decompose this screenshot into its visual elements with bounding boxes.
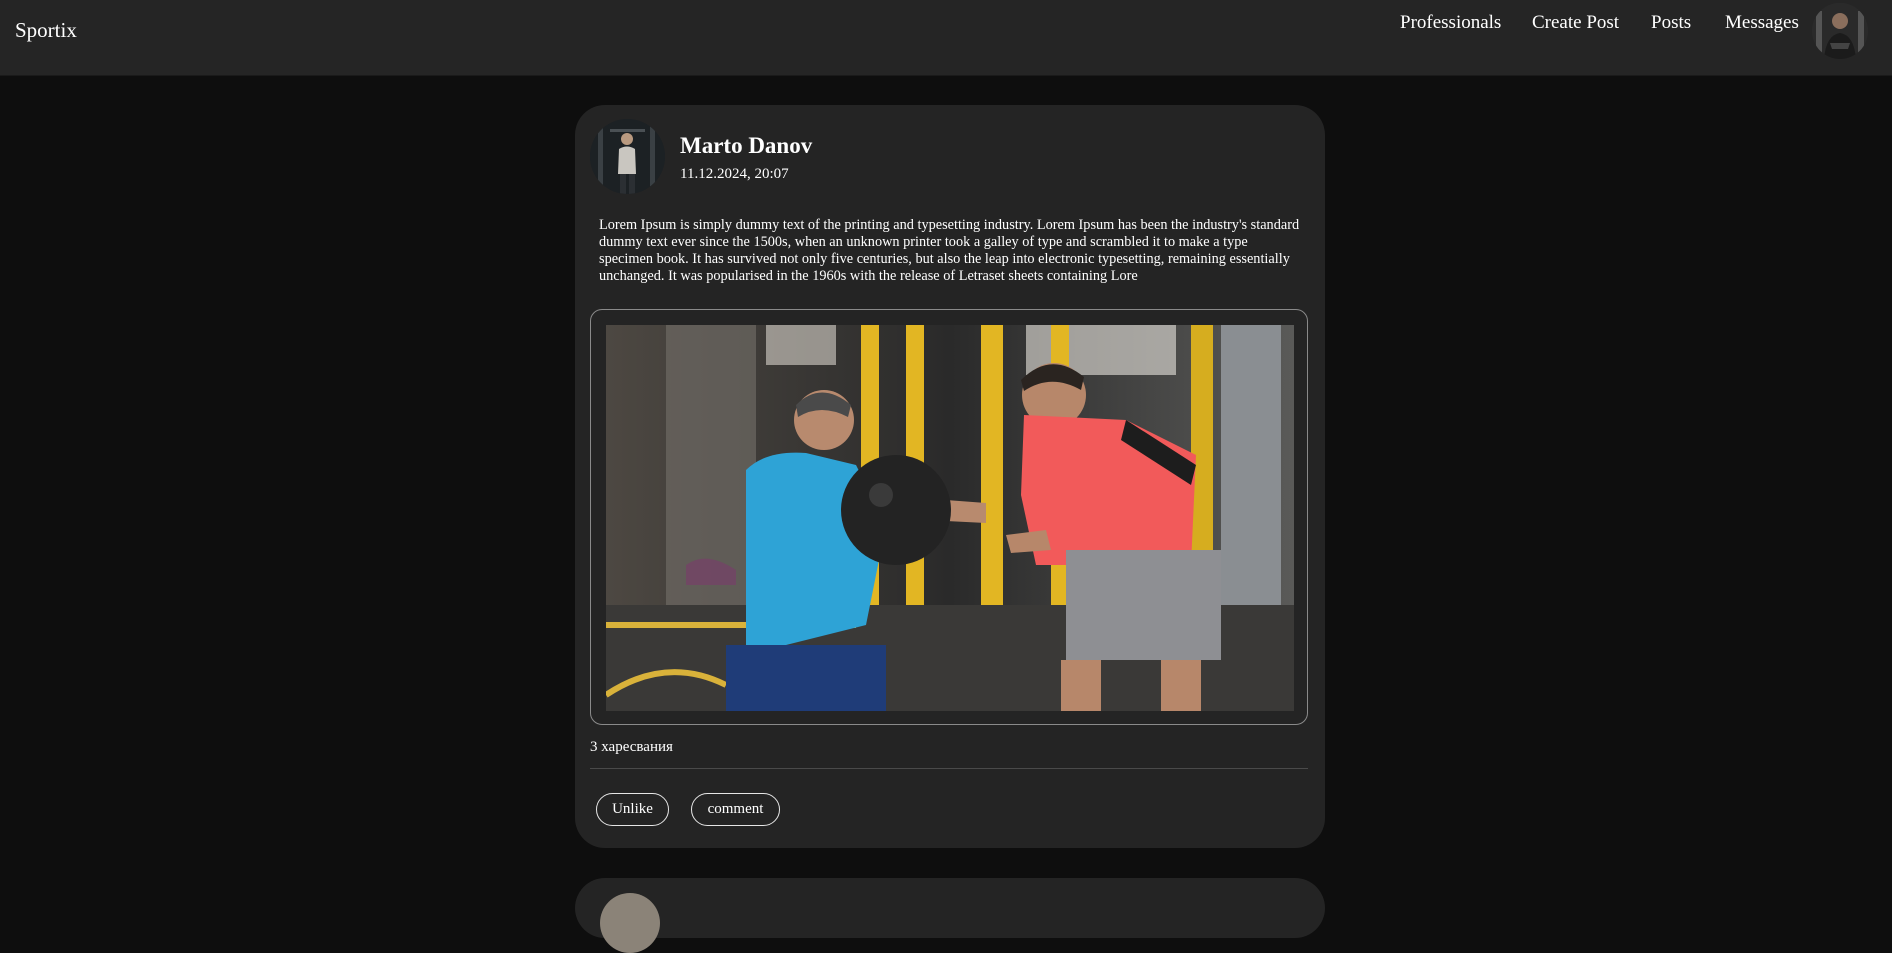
- author-name[interactable]: Marto Danov: [680, 133, 812, 159]
- divider: [590, 768, 1308, 769]
- author-avatar-next[interactable]: [600, 893, 660, 953]
- post-card-next: [575, 878, 1325, 953]
- nav-link-posts[interactable]: Posts: [1651, 12, 1691, 34]
- nav-links: Professionals Create Post Posts Messages: [0, 12, 1892, 36]
- unlike-button[interactable]: Unlike: [596, 793, 669, 826]
- post-image[interactable]: [606, 325, 1294, 711]
- post-card: Marto Danov 11.12.2024, 20:07 Lorem Ipsu…: [575, 105, 1325, 848]
- author-photo-icon: [590, 119, 665, 194]
- nav-link-create-post[interactable]: Create Post: [1532, 12, 1619, 34]
- post-image-frame: [590, 309, 1308, 725]
- comment-button[interactable]: comment: [691, 793, 780, 826]
- gym-training-photo: [606, 325, 1294, 711]
- profile-avatar[interactable]: [1812, 3, 1868, 59]
- post-date: 11.12.2024, 20:07: [680, 166, 789, 182]
- author-avatar[interactable]: [590, 119, 665, 194]
- likes-count: 3 харесвания: [590, 739, 673, 755]
- nav-link-professionals[interactable]: Professionals: [1400, 12, 1501, 34]
- nav-link-messages[interactable]: Messages: [1725, 12, 1799, 34]
- top-navbar: Sportix Professionals Create Post Posts …: [0, 0, 1892, 75]
- post-body-text: Lorem Ipsum is simply dummy text of the …: [599, 217, 1300, 284]
- user-avatar-icon: [1812, 3, 1868, 59]
